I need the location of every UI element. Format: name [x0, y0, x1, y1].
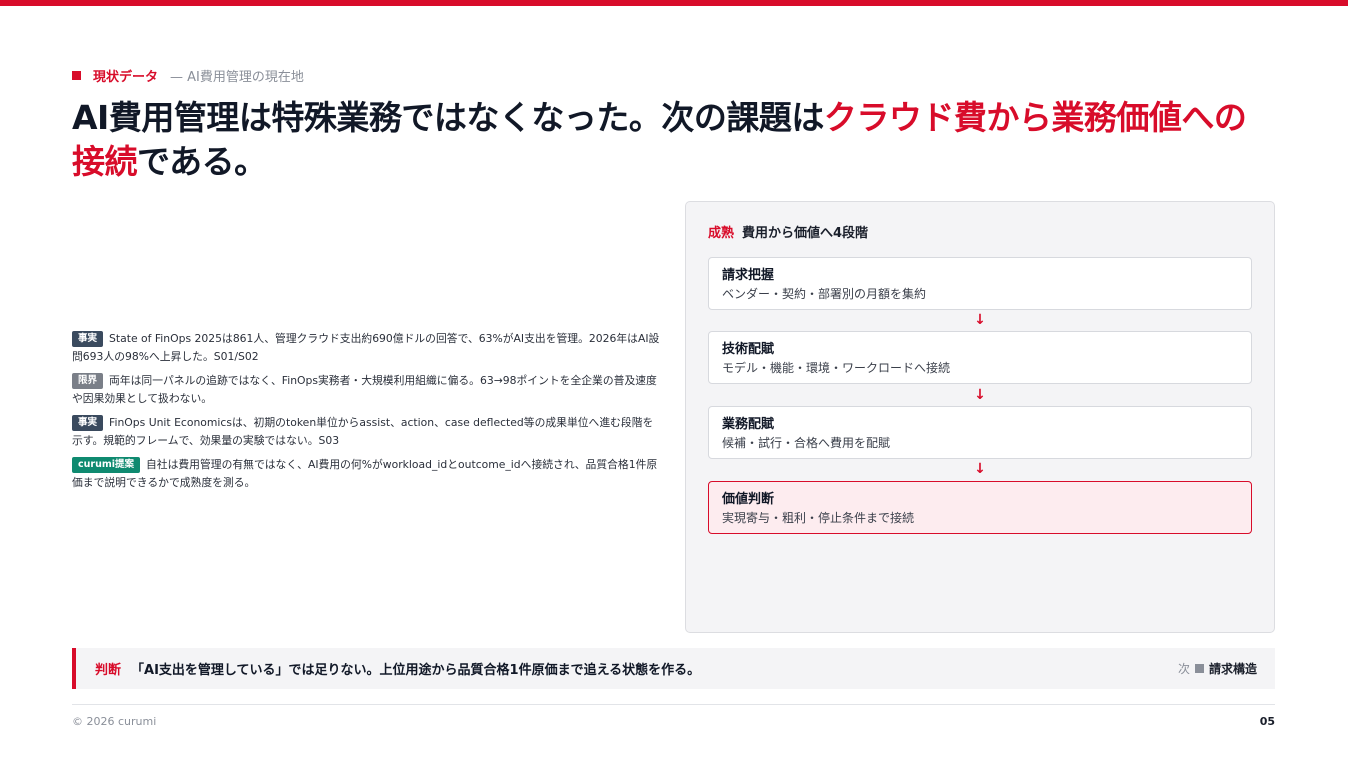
- maturity-step-1: 請求把握 ベンダー・契約・部署別の月額を集約: [708, 257, 1252, 310]
- step-description: ベンダー・契約・部署別の月額を集約: [722, 287, 927, 301]
- note-item: curumi提案 自社は費用管理の有無ではなく、AI費用の何%がworkload_…: [72, 456, 662, 492]
- down-arrow-icon: ↓: [974, 312, 986, 328]
- note-text: 両年は同一パネルの追跡ではなく、FinOps実務者・大規模利用組織に偏る。63→…: [72, 374, 657, 405]
- fact-badge: 事実: [72, 415, 104, 431]
- title-part-1: AI費用管理は特殊業務ではなくなった。次の課題は: [72, 98, 824, 137]
- title-part-2: である。: [137, 142, 267, 181]
- square-bullet-icon: [72, 70, 81, 80]
- maturity-step-2: 技術配賦 モデル・機能・環境・ワークロードへ接続: [708, 331, 1252, 384]
- panel-header: 成熟 費用から価値へ4段階: [708, 222, 868, 241]
- note-item: 事実 State of FinOps 2025は861人、管理クラウド支出約690…: [72, 330, 662, 366]
- note-text: FinOps Unit Economicsは、初期のtoken単位からassis…: [72, 416, 654, 447]
- maturity-panel: 成熟 費用から価値へ4段階 請求把握 ベンダー・契約・部署別の月額を集約 ↓ 技術…: [685, 201, 1275, 633]
- panel-label: 成熟: [708, 226, 735, 241]
- step-title: 業務配賦: [722, 417, 775, 432]
- next-label: 次: [1177, 662, 1190, 676]
- step-title: 価値判断: [722, 492, 775, 507]
- limitation-badge: 限界: [72, 373, 104, 389]
- judgement-text: 「AI支出を管理している」では足りない。上位用途から品質合格1件原価まで追える状…: [131, 663, 701, 678]
- proposal-badge: curumi提案: [72, 457, 140, 473]
- note-text: 自社は費用管理の有無ではなく、AI費用の何%がworkload_idとoutco…: [72, 458, 658, 489]
- step-description: モデル・機能・環境・ワークロードへ接続: [722, 361, 951, 375]
- next-title: 請求構造: [1208, 662, 1257, 676]
- eyebrow-label: 現状データ: [93, 69, 159, 85]
- note-text: State of FinOps 2025は861人、管理クラウド支出約690億ド…: [72, 332, 660, 363]
- page-title: AI費用管理は特殊業務ではなくなった。次の課題はクラウド費から業務価値への接続で…: [72, 96, 1277, 184]
- judgement-bar: 判断 「AI支出を管理している」では足りない。上位用途から品質合格1件原価まで追…: [72, 648, 1275, 689]
- down-arrow-icon: ↓: [974, 461, 986, 477]
- fact-badge: 事実: [72, 331, 104, 347]
- note-item: 事実 FinOps Unit Economicsは、初期のtoken単位からass…: [72, 414, 662, 450]
- evidence-notes: 事実 State of FinOps 2025は861人、管理クラウド支出約690…: [72, 330, 662, 498]
- section-eyebrow: 現状データ — AI費用管理の現在地: [72, 66, 304, 85]
- judgement-label: 判断: [95, 663, 122, 678]
- top-accent-bar: [0, 0, 1348, 6]
- step-title: 請求把握: [722, 268, 775, 283]
- next-section-link[interactable]: 次 請求構造: [1178, 648, 1257, 689]
- square-bullet-icon: [1194, 664, 1204, 673]
- note-item: 限界 両年は同一パネルの追跡ではなく、FinOps実務者・大規模利用組織に偏る。6…: [72, 372, 662, 408]
- copyright: © 2026 curumi: [72, 715, 157, 728]
- page-number: 05: [1259, 715, 1275, 728]
- step-title: 技術配賦: [722, 342, 775, 357]
- panel-title: 費用から価値へ4段階: [742, 226, 869, 241]
- step-description: 実現寄与・粗利・停止条件まで接続: [722, 511, 915, 525]
- maturity-step-3: 業務配賦 候補・試行・合格へ費用を配賦: [708, 406, 1252, 459]
- footer-divider: [72, 704, 1275, 705]
- step-description: 候補・試行・合格へ費用を配賦: [722, 436, 891, 450]
- down-arrow-icon: ↓: [974, 387, 986, 403]
- maturity-step-4: 価値判断 実現寄与・粗利・停止条件まで接続: [708, 481, 1252, 534]
- eyebrow-subtitle: — AI費用管理の現在地: [170, 69, 304, 85]
